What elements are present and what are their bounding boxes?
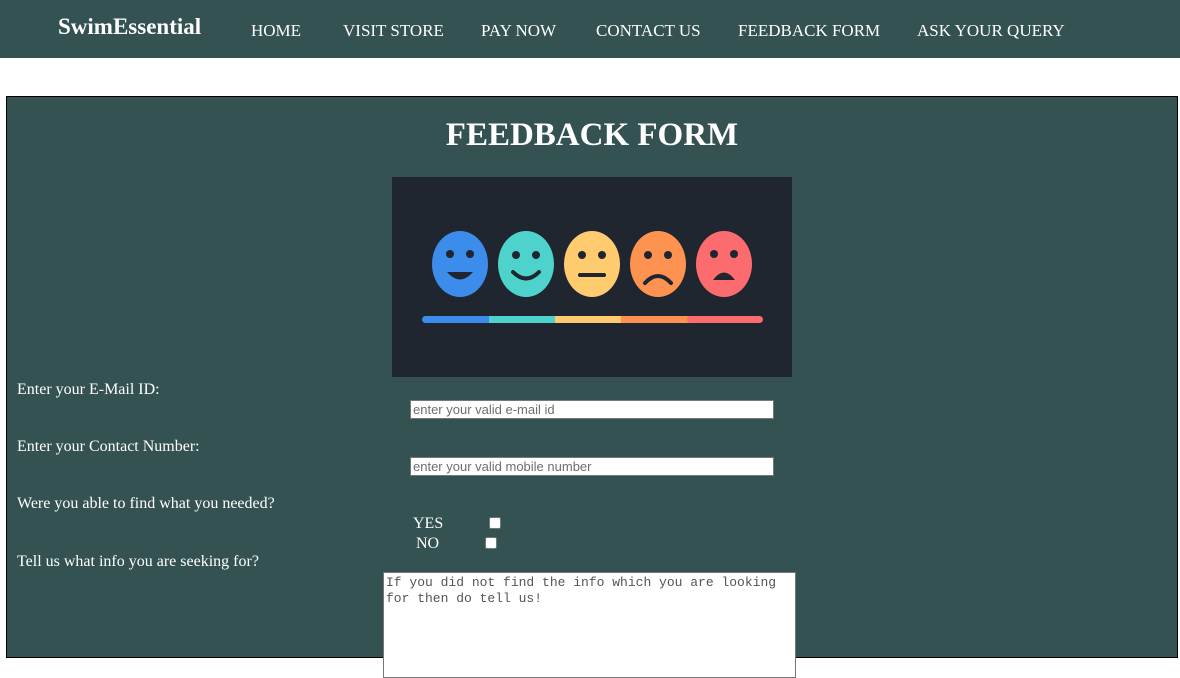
feedback-form-panel: FEEDBACK FORM Enter your E-Mail ID: ente… <box>6 96 1178 678</box>
nav-pay-now[interactable]: PAY NOW <box>481 21 556 41</box>
yes-label: YES <box>413 515 444 532</box>
seeking-info-textarea[interactable] <box>383 572 796 678</box>
found-question-label: Were you able to find what you needed? <box>17 495 275 512</box>
rating-faces-image <box>392 177 792 377</box>
rating-scale-bar <box>422 316 763 323</box>
email-label: Enter your E-Mail ID: <box>17 381 160 398</box>
face-neutral-icon <box>564 231 620 297</box>
contact-label: Enter your Contact Number: <box>17 438 200 455</box>
no-checkbox[interactable] <box>485 537 497 549</box>
form-title: FEEDBACK FORM <box>445 117 739 153</box>
email-field[interactable] <box>410 400 774 419</box>
seeking-label: Tell us what info you are seeking for? <box>17 553 259 570</box>
no-label: NO <box>416 535 440 552</box>
face-very-happy-icon <box>432 231 488 297</box>
top-navbar: SwimEssential HOME VISIT STORE PAY NOW C… <box>0 0 1180 58</box>
rating-faces-icon <box>422 231 763 323</box>
face-sad-icon <box>630 231 686 297</box>
yes-checkbox[interactable] <box>489 517 501 529</box>
nav-contact-us[interactable]: CONTACT US <box>596 21 701 41</box>
face-happy-icon <box>498 231 554 297</box>
brand-logo[interactable]: SwimEssential <box>58 14 201 40</box>
nav-visit-store[interactable]: VISIT STORE <box>343 21 444 41</box>
nav-home[interactable]: HOME <box>251 21 301 41</box>
nav-feedback-form[interactable]: FEEDBACK FORM <box>738 21 880 41</box>
face-very-sad-icon <box>696 231 752 297</box>
nav-ask-your-query[interactable]: ASK YOUR QUERY <box>917 21 1065 41</box>
contact-number-field[interactable] <box>410 457 774 476</box>
